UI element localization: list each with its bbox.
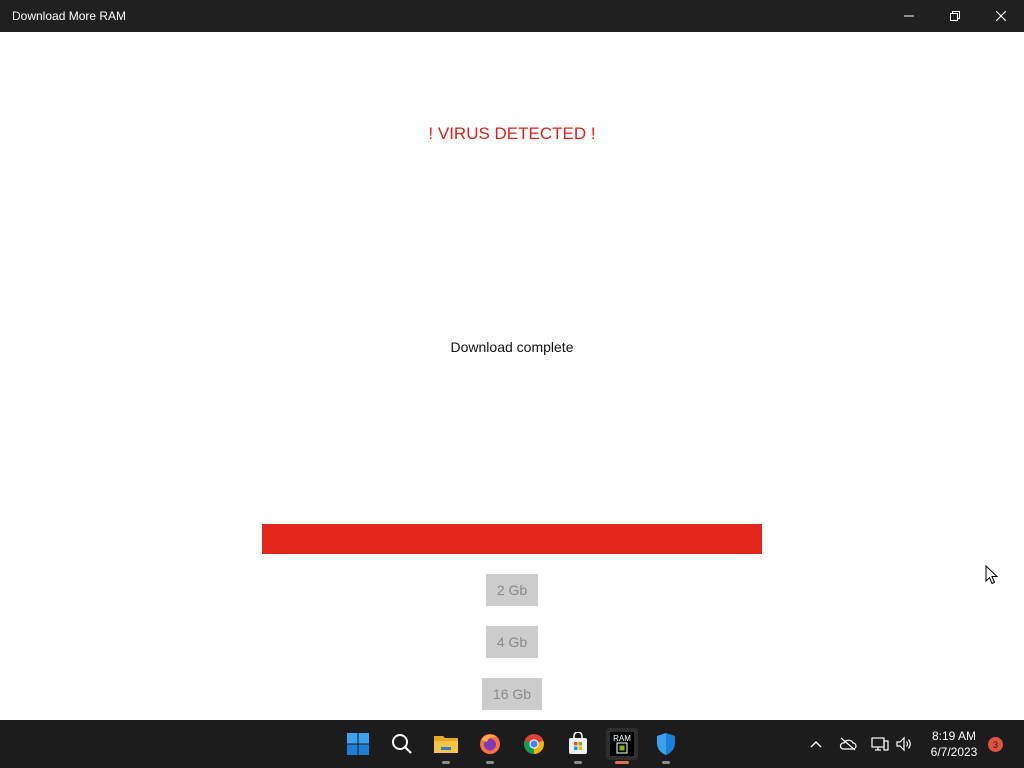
firefox-icon: [480, 734, 500, 754]
ram-4gb-button[interactable]: 4 Gb: [486, 626, 538, 658]
progress-fill: [262, 524, 762, 554]
microsoft-store-button[interactable]: [562, 728, 594, 764]
volume-icon: [896, 736, 911, 752]
volume-tray-button[interactable]: [894, 734, 914, 754]
download-status-text: Download complete: [450, 339, 574, 355]
close-button[interactable]: [978, 0, 1024, 32]
network-icon: [871, 737, 889, 751]
start-icon: [347, 733, 369, 755]
defender-icon: [657, 733, 675, 755]
close-icon: [996, 11, 1006, 21]
ram-16gb-button[interactable]: 16 Gb: [482, 678, 542, 710]
show-hidden-icons-button[interactable]: [806, 734, 826, 754]
app-content: ! VIRUS DETECTED ! Download complete 2 G…: [0, 32, 1024, 720]
network-tray-button[interactable]: [870, 734, 890, 754]
minimize-button[interactable]: [886, 0, 932, 32]
onedrive-tray-button[interactable]: [838, 734, 858, 754]
file-explorer-icon: [434, 736, 458, 753]
running-indicator: [442, 761, 450, 764]
mouse-cursor-icon: [985, 565, 999, 585]
window-title: Download More RAM: [12, 9, 127, 23]
ram-icon-label: RAM: [613, 734, 631, 743]
ram-2gb-button[interactable]: 2 Gb: [486, 574, 538, 606]
onedrive-offline-icon: [839, 737, 857, 751]
minimize-icon: [904, 15, 914, 17]
notification-badge[interactable]: 3: [988, 737, 1003, 752]
taskbar-clock[interactable]: 8:19 AM 6/7/2023: [924, 728, 984, 760]
clock-time: 8:19 AM: [931, 729, 977, 743]
restore-icon: [950, 11, 960, 21]
chevron-up-icon: [810, 740, 822, 748]
chrome-button[interactable]: [518, 728, 550, 760]
download-progress-bar: [262, 524, 762, 554]
defender-button[interactable]: [650, 728, 682, 764]
microsoft-store-icon: [569, 732, 587, 754]
search-button[interactable]: [386, 728, 418, 760]
running-indicator: [662, 761, 670, 764]
active-indicator: [615, 761, 629, 764]
running-indicator: [486, 761, 494, 764]
virus-alert-text: ! VIRUS DETECTED !: [428, 124, 596, 143]
file-explorer-button[interactable]: [430, 728, 462, 764]
title-bar: Download More RAM: [0, 0, 1024, 32]
firefox-button[interactable]: [474, 728, 506, 764]
chrome-icon: [524, 734, 544, 754]
ram-app-icon: RAM: [610, 732, 634, 756]
search-icon: [392, 734, 412, 754]
ram-app-button[interactable]: RAM: [606, 728, 638, 764]
taskbar: RAM 8:19 AM 6/7/2023: [0, 720, 1024, 768]
clock-date: 6/7/2023: [930, 745, 978, 759]
restore-button[interactable]: [932, 0, 978, 32]
start-button[interactable]: [342, 728, 374, 760]
running-indicator: [574, 761, 582, 764]
